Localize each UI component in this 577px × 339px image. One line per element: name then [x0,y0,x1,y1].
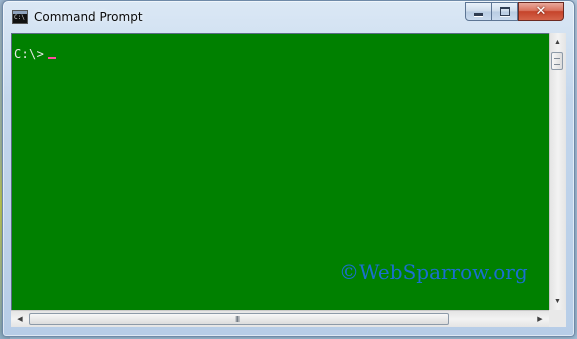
text-cursor [48,57,56,59]
horizontal-scroll-thumb[interactable]: III [29,313,449,325]
scroll-grip-icon: III [235,315,240,324]
scroll-up-arrow-icon[interactable]: ▲ [550,34,565,50]
close-button[interactable]: ✕ [518,2,564,21]
title-bar[interactable]: Command Prompt ✕ [3,1,574,33]
scroll-right-arrow-icon[interactable]: ▶ [532,311,548,327]
window-title: Command Prompt [34,10,143,24]
minimize-icon [474,13,483,16]
command-prompt-text: C:\> [14,47,45,61]
command-prompt-window: Command Prompt ✕ C:\> ©WebSparrow.org ▲ … [2,0,575,337]
scroll-left-arrow-icon[interactable]: ◀ [12,311,28,327]
scrollbar-corner [549,310,566,327]
watermark-text: ©WebSparrow.org [339,260,528,284]
console-output-area[interactable]: C:\> ©WebSparrow.org [11,33,550,311]
cmd-app-icon[interactable] [12,10,28,24]
maximize-button[interactable] [492,2,518,21]
vertical-scroll-thumb[interactable] [551,52,563,70]
scroll-down-arrow-icon[interactable]: ▼ [550,293,565,309]
minimize-button[interactable] [465,2,492,21]
maximize-icon [499,7,510,16]
close-icon: ✕ [535,4,547,19]
vertical-scrollbar[interactable]: ▲ ▼ [549,33,566,310]
horizontal-scrollbar[interactable]: ◀ III ▶ [11,310,549,327]
